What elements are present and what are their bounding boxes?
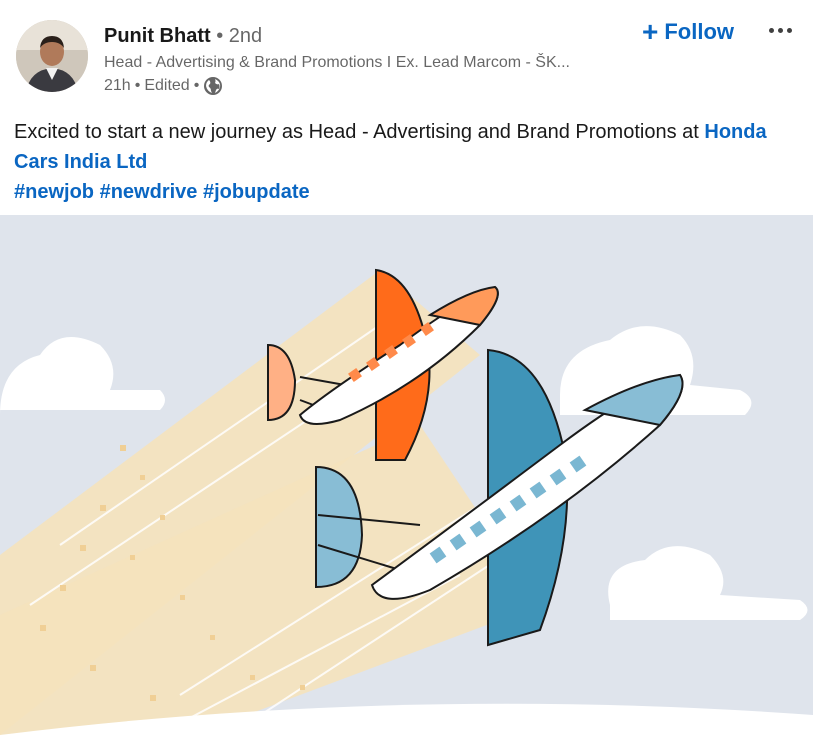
avatar-photo: [16, 20, 88, 92]
hashtag-link[interactable]: #newdrive: [100, 181, 198, 203]
post-text: Excited to start a new journey as Head -…: [14, 117, 804, 207]
hashtag-link[interactable]: #newjob: [14, 181, 94, 203]
globe-icon: [203, 76, 223, 96]
author-line: Punit Bhatt • 2nd: [104, 24, 262, 48]
post-image[interactable]: [0, 215, 813, 755]
meta-separator: •: [134, 77, 141, 94]
connection-degree: 2nd: [228, 25, 263, 47]
hashtag-link[interactable]: #jobupdate: [203, 181, 310, 203]
follow-button[interactable]: + Follow: [632, 14, 744, 50]
author-headline: Head - Advertising & Brand Promotions I …: [104, 54, 570, 71]
post-meta: 21h • Edited •: [104, 76, 223, 96]
post-time: 21h: [104, 77, 131, 94]
feed-post: Punit Bhatt • 2nd Head - Advertising & B…: [0, 0, 813, 755]
post-body: Excited to start a new journey as Head -…: [14, 121, 705, 143]
author-name[interactable]: Punit Bhatt: [104, 25, 211, 47]
airplanes-illustration: [0, 215, 813, 755]
avatar[interactable]: [16, 20, 88, 92]
ellipsis-icon: [768, 27, 774, 33]
edited-label: Edited: [144, 77, 190, 94]
more-options-button[interactable]: [760, 16, 800, 44]
connection-separator: •: [210, 25, 229, 47]
plus-icon: +: [642, 16, 659, 47]
follow-label: Follow: [664, 19, 735, 44]
meta-separator: •: [193, 77, 200, 94]
